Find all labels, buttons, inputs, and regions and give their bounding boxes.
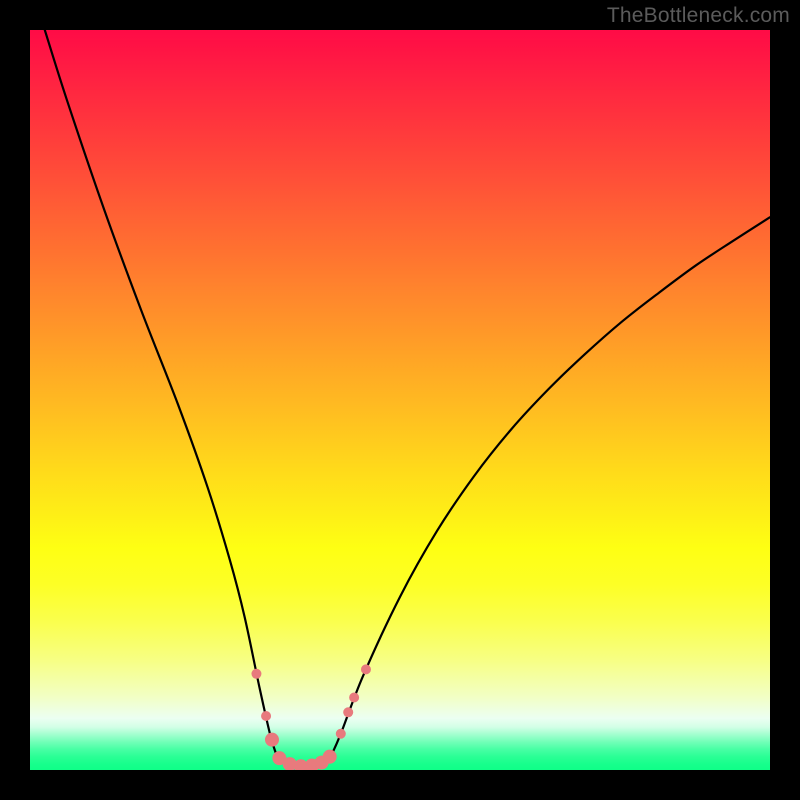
curve-marker [361, 664, 371, 674]
curve-marker [336, 729, 346, 739]
curve-marker [349, 692, 359, 702]
plot-area [30, 30, 770, 770]
bottleneck-curve [45, 30, 770, 766]
curve-markers [251, 664, 371, 770]
curve-marker [343, 707, 353, 717]
curve-marker [265, 733, 279, 747]
curve-marker [251, 669, 261, 679]
curve-marker [261, 711, 271, 721]
watermark-text: TheBottleneck.com [607, 4, 790, 28]
curve-marker [323, 750, 337, 764]
chart-stage: TheBottleneck.com [0, 0, 800, 800]
curve-layer [30, 30, 770, 770]
